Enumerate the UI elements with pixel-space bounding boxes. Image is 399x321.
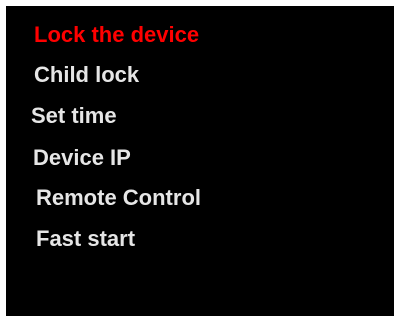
menu-item-set-time[interactable]: Set time [31, 103, 117, 129]
menu-item-lock-the-device[interactable]: Lock the device [34, 22, 199, 48]
device-menu-screen: Lock the device Child lock Set time Devi… [6, 6, 394, 316]
menu-item-device-ip[interactable]: Device IP [33, 145, 131, 171]
menu-item-fast-start[interactable]: Fast start [36, 226, 135, 252]
menu-item-remote-control[interactable]: Remote Control [36, 185, 201, 211]
menu-item-child-lock[interactable]: Child lock [34, 62, 139, 88]
